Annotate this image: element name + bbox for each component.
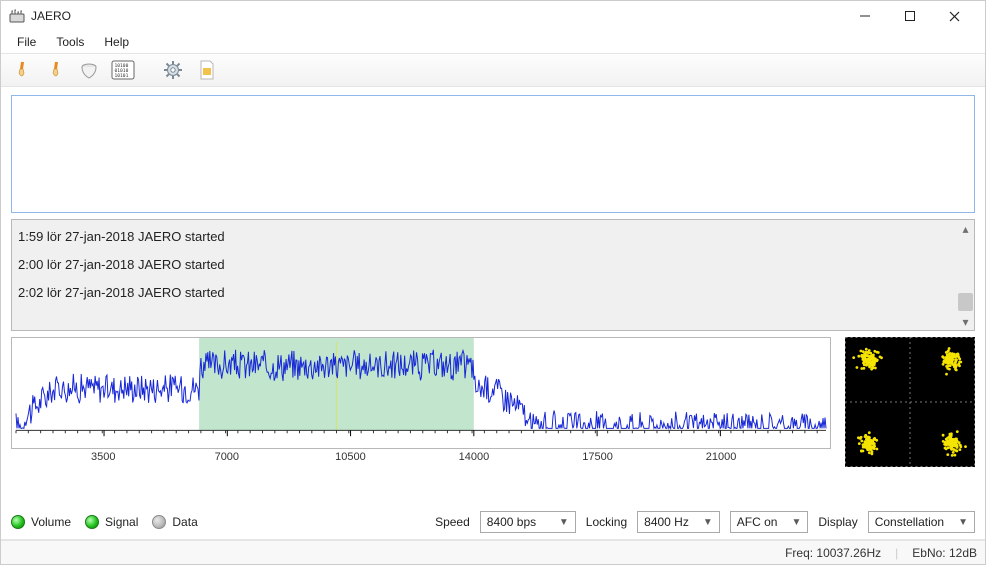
speed-label: Speed [435,515,470,529]
close-button[interactable] [932,1,977,31]
status-freq: Freq: 10037.26Hz [785,546,881,560]
log-scrollbar[interactable]: ▴ ▾ [957,220,974,330]
maximize-button[interactable] [887,1,932,31]
scroll-down-icon[interactable]: ▾ [957,313,974,330]
constellation-plot[interactable] [845,337,975,467]
status-sep: | [895,546,898,560]
menubar: File Tools Help [1,31,985,53]
statusbar: Freq: 10037.26Hz | EbNo: 12dB [1,540,985,564]
content-area: 1:59 lör 27-jan-2018 JAERO started 2:00 … [1,87,985,507]
titlebar: JAERO [1,1,985,31]
binary-icon[interactable]: 101000101010101 [109,56,137,84]
svg-text:10101: 10101 [115,73,129,79]
page-icon[interactable] [193,56,221,84]
display-value: Constellation [875,515,944,529]
brush-a-icon[interactable] [7,56,35,84]
log-pane[interactable]: 1:59 lör 27-jan-2018 JAERO started 2:00 … [11,219,975,331]
spectrum-tick: 3500 [91,451,115,463]
window-title: JAERO [31,9,71,23]
led-data: Data [152,515,197,529]
locking-value: 8400 Hz [644,515,689,529]
log-line: 1:59 lör 27-jan-2018 JAERO started [18,226,950,254]
minimize-button[interactable] [842,1,887,31]
spectrum-plot[interactable] [11,337,831,449]
spectrum-tick: 7000 [215,451,239,463]
log-line: 2:00 lör 27-jan-2018 JAERO started [18,254,950,282]
controls-bar: Volume Signal Data Speed 8400 bps ▼ Lock… [1,507,985,540]
spectrum-tick: 21000 [706,451,737,463]
spectrum-xaxis: 3500 7000 10500 14000 17500 21000 [11,449,831,469]
led-volume-dot [11,515,25,529]
led-signal-dot [85,515,99,529]
chevron-down-icon: ▼ [557,517,571,528]
locking-label: Locking [586,515,627,529]
toolbar: 101000101010101 [1,53,985,87]
chevron-down-icon: ▼ [956,517,970,528]
spectrum-panel[interactable]: 3500 7000 10500 14000 17500 21000 [11,337,837,469]
chevron-down-icon: ▼ [701,517,715,528]
locking-combo[interactable]: 8400 Hz ▼ [637,511,720,533]
scroll-up-icon[interactable]: ▴ [957,220,974,237]
led-data-label: Data [172,515,197,529]
speed-value: 8400 bps [487,515,536,529]
led-volume: Volume [11,515,71,529]
menu-file[interactable]: File [9,33,44,51]
app-icon [9,9,25,23]
decoder-output-pane[interactable] [11,95,975,213]
afc-combo[interactable]: AFC on ▼ [730,511,809,533]
display-label: Display [818,515,857,529]
gear-icon[interactable] [159,56,187,84]
spectrum-tick: 10500 [335,451,366,463]
led-signal-label: Signal [105,515,138,529]
log-line: 2:02 lör 27-jan-2018 JAERO started [18,282,950,310]
led-volume-label: Volume [31,515,71,529]
filter-icon[interactable] [75,56,103,84]
status-ebno: EbNo: 12dB [912,546,977,560]
brush-b-icon[interactable] [41,56,69,84]
led-signal: Signal [85,515,138,529]
scroll-thumb[interactable] [958,293,973,311]
spectrum-tick: 14000 [459,451,490,463]
display-combo[interactable]: Constellation ▼ [868,511,975,533]
led-data-dot [152,515,166,529]
spectrum-tick: 17500 [582,451,613,463]
menu-help[interactable]: Help [96,33,137,51]
afc-value: AFC on [737,515,778,529]
menu-tools[interactable]: Tools [48,33,92,51]
speed-combo[interactable]: 8400 bps ▼ [480,511,576,533]
chevron-down-icon: ▼ [789,517,803,528]
